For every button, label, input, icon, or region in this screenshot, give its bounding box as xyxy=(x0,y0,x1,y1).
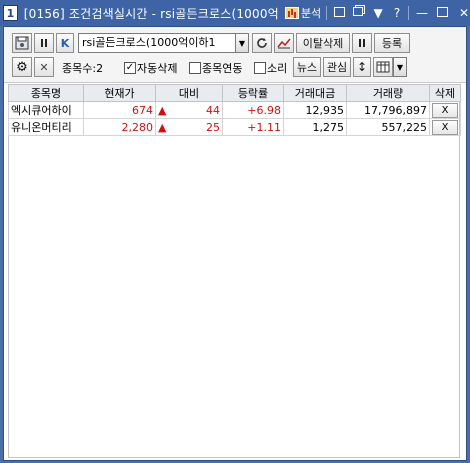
column-header[interactable]: 삭제 xyxy=(429,84,461,102)
line-chart-icon xyxy=(277,38,291,49)
chevron-down-icon: ▼ xyxy=(396,62,404,72)
save-icon xyxy=(15,36,29,50)
checkbox-empty-icon xyxy=(254,62,266,74)
chart-button[interactable] xyxy=(274,33,294,53)
up-down-arrow-icon: ↕ xyxy=(356,60,368,74)
column-header[interactable]: 등락률 xyxy=(222,84,284,102)
main-panel: K rsi골든크로스(1000억이하1 ▼ 이탈삭제 등록 ⚙ ✕ 종목수:2 … xyxy=(3,26,467,461)
results-table: 종목명 현재가 대비 등락률 거래대금 거래량 삭제 엑시큐어하이 674 ▲ 4… xyxy=(8,84,461,136)
stock-name-cell[interactable]: 엑시큐어하이 xyxy=(8,101,84,119)
volume-cell: 17,796,897 xyxy=(346,101,430,119)
gear-icon: ⚙ xyxy=(16,59,28,75)
item-count-label: 종목수:2 xyxy=(62,62,104,75)
window-list-icon[interactable] xyxy=(334,7,346,19)
results-grid-area xyxy=(8,84,460,458)
close-icon[interactable]: ✕ xyxy=(458,7,470,19)
table-row[interactable]: 유니온머티리 2,280 ▲ 25 +1.11 1,275 557,225 X xyxy=(8,118,461,136)
pin-icon[interactable]: ▼ xyxy=(372,7,384,19)
analysis-button[interactable]: 분석 xyxy=(284,5,322,21)
change-cell: ▲ 25 xyxy=(155,118,223,136)
sort-button[interactable]: ↕ xyxy=(353,57,371,77)
table-icon xyxy=(376,61,390,73)
link-checkbox[interactable]: 종목연동 xyxy=(189,60,242,76)
link-label: 종목연동 xyxy=(202,62,243,75)
amount-cell: 12,935 xyxy=(283,101,347,119)
pause-icon xyxy=(41,39,47,47)
column-header[interactable]: 현재가 xyxy=(83,84,156,102)
title-bar: 1 [0156] 조건검색실시간 - rsi골든크로스(1000억 분석 ▼ ?… xyxy=(0,0,470,26)
volume-cell: 557,225 xyxy=(346,118,430,136)
auto-delete-label: 자동삭제 xyxy=(137,62,178,75)
condition-select[interactable]: rsi골든크로스(1000억이하1 xyxy=(78,33,236,53)
checkbox-checked-icon: ✓ xyxy=(124,62,136,74)
settings-button[interactable]: ⚙ xyxy=(12,57,32,77)
column-header[interactable]: 거래량 xyxy=(346,84,430,102)
help-icon[interactable]: ? xyxy=(391,7,403,19)
up-triangle-icon: ▲ xyxy=(158,103,167,117)
change-value: 25 xyxy=(206,120,220,134)
sound-checkbox[interactable]: 소리 xyxy=(254,60,287,76)
toolbar: K rsi골든크로스(1000억이하1 ▼ 이탈삭제 등록 ⚙ ✕ 종목수:2 … xyxy=(4,27,466,83)
delete-cell: X xyxy=(429,101,461,119)
analysis-label: 분석 xyxy=(300,7,322,20)
save-condition-button[interactable] xyxy=(12,33,32,53)
rate-cell: +1.11 xyxy=(222,118,284,136)
auto-delete-checkbox[interactable]: ✓ 자동삭제 xyxy=(124,60,177,76)
refresh-button[interactable] xyxy=(252,33,272,53)
columns-dropdown-button[interactable]: ▼ xyxy=(393,57,407,77)
title-separator xyxy=(326,6,328,20)
clear-button[interactable]: ✕ xyxy=(34,57,54,77)
title-separator xyxy=(408,6,409,20)
column-header[interactable]: 종목명 xyxy=(8,84,84,102)
change-cell: ▲ 44 xyxy=(155,101,223,119)
delete-cell: X xyxy=(429,118,461,136)
amount-cell: 1,275 xyxy=(283,118,347,136)
pause-icon xyxy=(359,39,365,47)
column-header[interactable]: 대비 xyxy=(155,84,223,102)
interest-button[interactable]: 관심 xyxy=(323,57,351,77)
delete-row-button[interactable]: X xyxy=(432,102,458,118)
delete-row-button[interactable]: X xyxy=(432,119,458,135)
news-button[interactable]: 뉴스 xyxy=(293,57,321,77)
minimize-icon[interactable]: — xyxy=(416,7,428,19)
register-button[interactable]: 등록 xyxy=(374,33,410,53)
table-row[interactable]: 엑시큐어하이 674 ▲ 44 +6.98 12,935 17,796,897 X xyxy=(8,101,461,119)
refresh-icon xyxy=(257,38,267,48)
rate-cell: +6.98 xyxy=(222,101,284,119)
restore-icon[interactable] xyxy=(353,7,365,19)
stock-name-cell[interactable]: 유니온머티리 xyxy=(8,118,84,136)
window-title: [0156] 조건검색실시간 - rsi골든크로스(1000억 xyxy=(23,6,279,21)
close-icon: ✕ xyxy=(39,60,49,74)
condition-dropdown-button[interactable]: ▼ xyxy=(235,33,249,53)
pause-button[interactable] xyxy=(34,33,54,53)
checkbox-empty-icon xyxy=(189,62,201,74)
window-number-badge: 1 xyxy=(3,5,18,21)
column-header[interactable]: 거래대금 xyxy=(283,84,347,102)
price-cell: 2,280 xyxy=(83,118,156,136)
remove-exited-button[interactable]: 이탈삭제 xyxy=(296,33,350,53)
change-value: 44 xyxy=(206,103,220,117)
maximize-icon[interactable] xyxy=(437,7,449,19)
up-triangle-icon: ▲ xyxy=(158,120,167,134)
chart-icon xyxy=(284,7,299,19)
table-header-row: 종목명 현재가 대비 등락률 거래대금 거래량 삭제 xyxy=(8,84,461,102)
pause-realtime-button[interactable] xyxy=(352,33,372,53)
k-button[interactable]: K xyxy=(56,33,74,53)
chevron-down-icon: ▼ xyxy=(238,38,246,48)
sound-label: 소리 xyxy=(267,62,288,75)
columns-button[interactable] xyxy=(373,57,393,77)
price-cell: 674 xyxy=(83,101,156,119)
